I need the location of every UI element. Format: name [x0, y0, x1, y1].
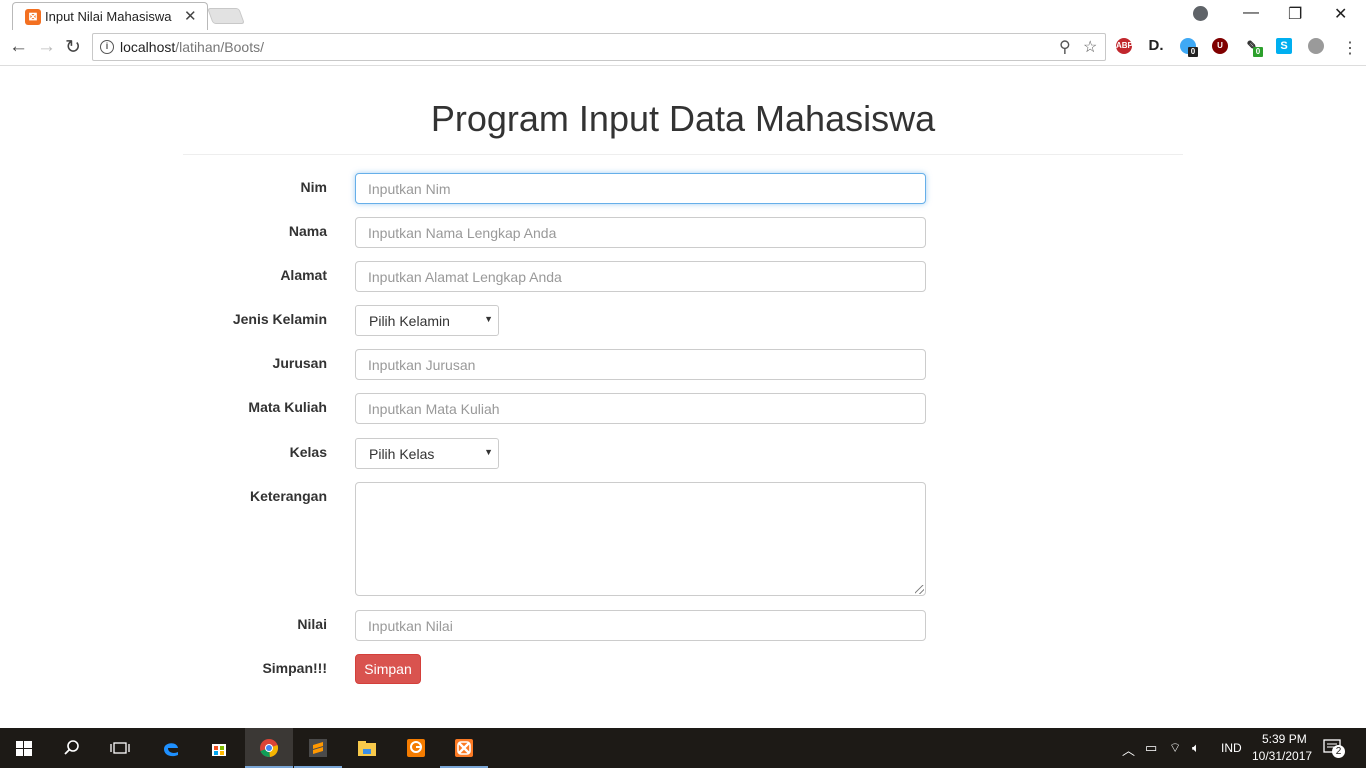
dropdown-arrow-icon: ▼: [484, 314, 493, 324]
jenis-kelamin-selected: Pilih Kelamin: [369, 313, 450, 329]
battery-icon[interactable]: ▭: [1145, 740, 1157, 756]
xampp-icon: [455, 739, 473, 757]
search-button[interactable]: [48, 728, 96, 768]
browser-toolbar: ← → ↻ i localhost/latihan/Boots/ ⚲ ☆ ABP…: [0, 30, 1366, 66]
xampp-favicon-icon: ⊠: [25, 9, 41, 25]
store-icon: [212, 744, 226, 756]
nama-label: Nama: [288, 223, 327, 239]
green-badge-extension-icon[interactable]: ✎ 0: [1244, 38, 1263, 57]
browser-tab[interactable]: ⊠ Input Nilai Mahasiswa ✕: [12, 2, 208, 30]
mata-kuliah-input[interactable]: [355, 393, 926, 424]
task-view-button[interactable]: [96, 728, 144, 768]
gray-extension-icon[interactable]: [1308, 38, 1324, 54]
kelas-label: Kelas: [289, 444, 327, 460]
address-bar[interactable]: i localhost/latihan/Boots/ ⚲ ☆: [92, 33, 1106, 61]
volume-icon[interactable]: 🔈︎: [1192, 740, 1200, 756]
d-extension-icon[interactable]: D.: [1148, 38, 1164, 54]
nilai-input[interactable]: [355, 610, 926, 641]
simpan-button[interactable]: Simpan: [355, 654, 421, 684]
nilai-label: Nilai: [297, 616, 327, 632]
minimize-icon[interactable]: —: [1243, 4, 1259, 22]
windows-taskbar: ︿ ▭ ⌔ 🔈︎ IND 5:39 PM 10/31/2017 2: [0, 728, 1366, 768]
alamat-label: Alamat: [280, 267, 327, 283]
forward-icon[interactable]: →: [37, 36, 56, 58]
jenis-kelamin-select[interactable]: Pilih Kelamin ▼: [355, 305, 499, 336]
abp-extension-icon[interactable]: ABP: [1116, 38, 1133, 54]
url-text: localhost/latihan/Boots/: [120, 39, 264, 55]
show-hidden-icons-icon[interactable]: ︿: [1122, 740, 1135, 759]
resize-handle-icon[interactable]: [915, 585, 924, 594]
mata-kuliah-label: Mata Kuliah: [248, 399, 327, 415]
page-title: Program Input Data Mahasiswa: [430, 98, 936, 139]
file-explorer-icon: [358, 741, 376, 756]
task-view-icon: [110, 742, 130, 754]
ublock-extension-icon[interactable]: U: [1212, 38, 1228, 54]
taskbar-store[interactable]: [195, 728, 243, 768]
tab-title: Input Nilai Mahasiswa: [45, 9, 172, 24]
notification-count-badge: 2: [1332, 745, 1345, 758]
jurusan-label: Jurusan: [272, 355, 327, 371]
dropdown-arrow-icon: ▼: [484, 447, 493, 457]
skype-extension-icon[interactable]: S: [1276, 38, 1292, 54]
title-divider: [183, 154, 1183, 155]
kelas-select[interactable]: Pilih Kelas ▼: [355, 438, 499, 469]
keterangan-textarea[interactable]: [355, 482, 926, 596]
windows-logo-icon: [16, 741, 32, 756]
search-icon: [64, 740, 79, 755]
pdf-app-icon: [407, 739, 425, 757]
close-window-icon[interactable]: ✕: [1334, 4, 1347, 24]
taskbar-sublime[interactable]: [294, 728, 342, 768]
taskbar-file-explorer[interactable]: [343, 728, 391, 768]
taskbar-xampp[interactable]: [440, 728, 488, 768]
ghostery-extension-icon[interactable]: 0: [1180, 38, 1198, 57]
nama-input[interactable]: [355, 217, 926, 248]
simpan-label: Simpan!!!: [262, 660, 327, 676]
back-icon[interactable]: ←: [9, 36, 28, 58]
tab-close-icon[interactable]: ✕: [184, 7, 197, 25]
bookmark-star-icon[interactable]: ☆: [1083, 37, 1097, 57]
browser-titlebar: ⊠ Input Nilai Mahasiswa ✕ — ❐ ✕: [0, 0, 1366, 30]
taskbar-edge[interactable]: [147, 728, 195, 768]
restore-icon[interactable]: ❐: [1288, 4, 1302, 24]
chrome-menu-icon[interactable]: ⋮: [1342, 38, 1358, 58]
reload-icon[interactable]: ↻: [65, 36, 81, 59]
taskbar-pdf-app[interactable]: [392, 728, 440, 768]
profile-icon[interactable]: [1193, 6, 1208, 21]
zoom-icon[interactable]: ⚲: [1059, 37, 1071, 57]
edge-icon: [164, 743, 178, 757]
language-indicator[interactable]: IND: [1221, 741, 1242, 755]
sublime-text-icon: [309, 739, 327, 757]
new-tab-button[interactable]: [207, 8, 245, 24]
keterangan-label: Keterangan: [249, 488, 327, 504]
clock-date[interactable]: 10/31/2017: [1252, 749, 1312, 763]
kelas-selected: Pilih Kelas: [369, 446, 435, 462]
taskbar-chrome[interactable]: [245, 728, 293, 768]
alamat-input[interactable]: [355, 261, 926, 292]
info-icon[interactable]: i: [100, 40, 114, 54]
start-button[interactable]: [0, 728, 48, 768]
nim-label: Nim: [300, 179, 327, 195]
chrome-icon: [260, 739, 279, 758]
clock-time[interactable]: 5:39 PM: [1262, 732, 1307, 746]
jenis-kelamin-label: Jenis Kelamin: [232, 311, 327, 327]
jurusan-input[interactable]: [355, 349, 926, 380]
action-center-button[interactable]: 2: [1323, 739, 1345, 758]
nim-input[interactable]: [355, 173, 926, 204]
wifi-icon[interactable]: ⌔: [1169, 740, 1181, 756]
